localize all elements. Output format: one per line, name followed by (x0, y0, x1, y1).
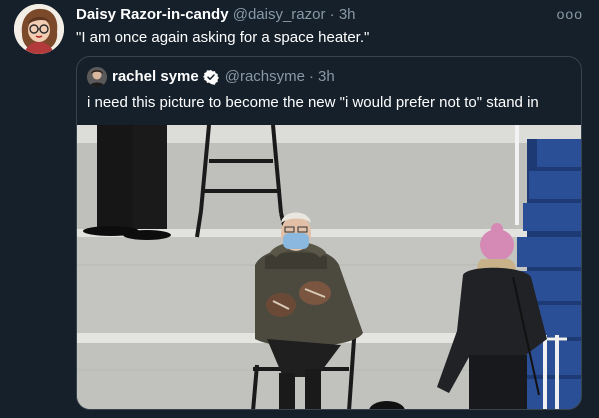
quoted-tweet[interactable]: rachel syme @rachsyme · 3h i need this p… (76, 56, 582, 410)
quoted-tweet-header: rachel syme @rachsyme · 3h (87, 67, 335, 87)
quoted-author-avatar[interactable] (87, 67, 107, 87)
separator-dot: · (329, 6, 335, 23)
author-avatar[interactable] (14, 4, 64, 54)
quoted-author-handle[interactable]: @rachsyme (225, 67, 305, 87)
quoted-tweet-text: i need this picture to become the new "i… (87, 94, 539, 111)
tweet-header: Daisy Razor-in-candy @daisy_razor · 3h (76, 6, 356, 24)
verified-badge-icon (202, 70, 219, 85)
tweet-timestamp[interactable]: 3h (339, 6, 356, 23)
bleachers-photo-illustration (77, 124, 581, 409)
more-horizontal-icon: ooo (556, 6, 583, 22)
tweet-text: "I am once again asking for a space heat… (76, 29, 370, 46)
quoted-author-display-name[interactable]: rachel syme (112, 67, 199, 87)
quoted-separator-dot: · (308, 68, 314, 85)
more-options-button[interactable]: ooo (557, 6, 583, 22)
author-handle[interactable]: @daisy_razor (233, 6, 326, 23)
quoted-tweet-photo[interactable] (77, 124, 581, 409)
quoted-tweet-timestamp[interactable]: 3h (318, 67, 335, 87)
author-display-name[interactable]: Daisy Razor-in-candy (76, 6, 229, 23)
tweet[interactable]: Daisy Razor-in-candy @daisy_razor · 3h o… (0, 0, 599, 418)
